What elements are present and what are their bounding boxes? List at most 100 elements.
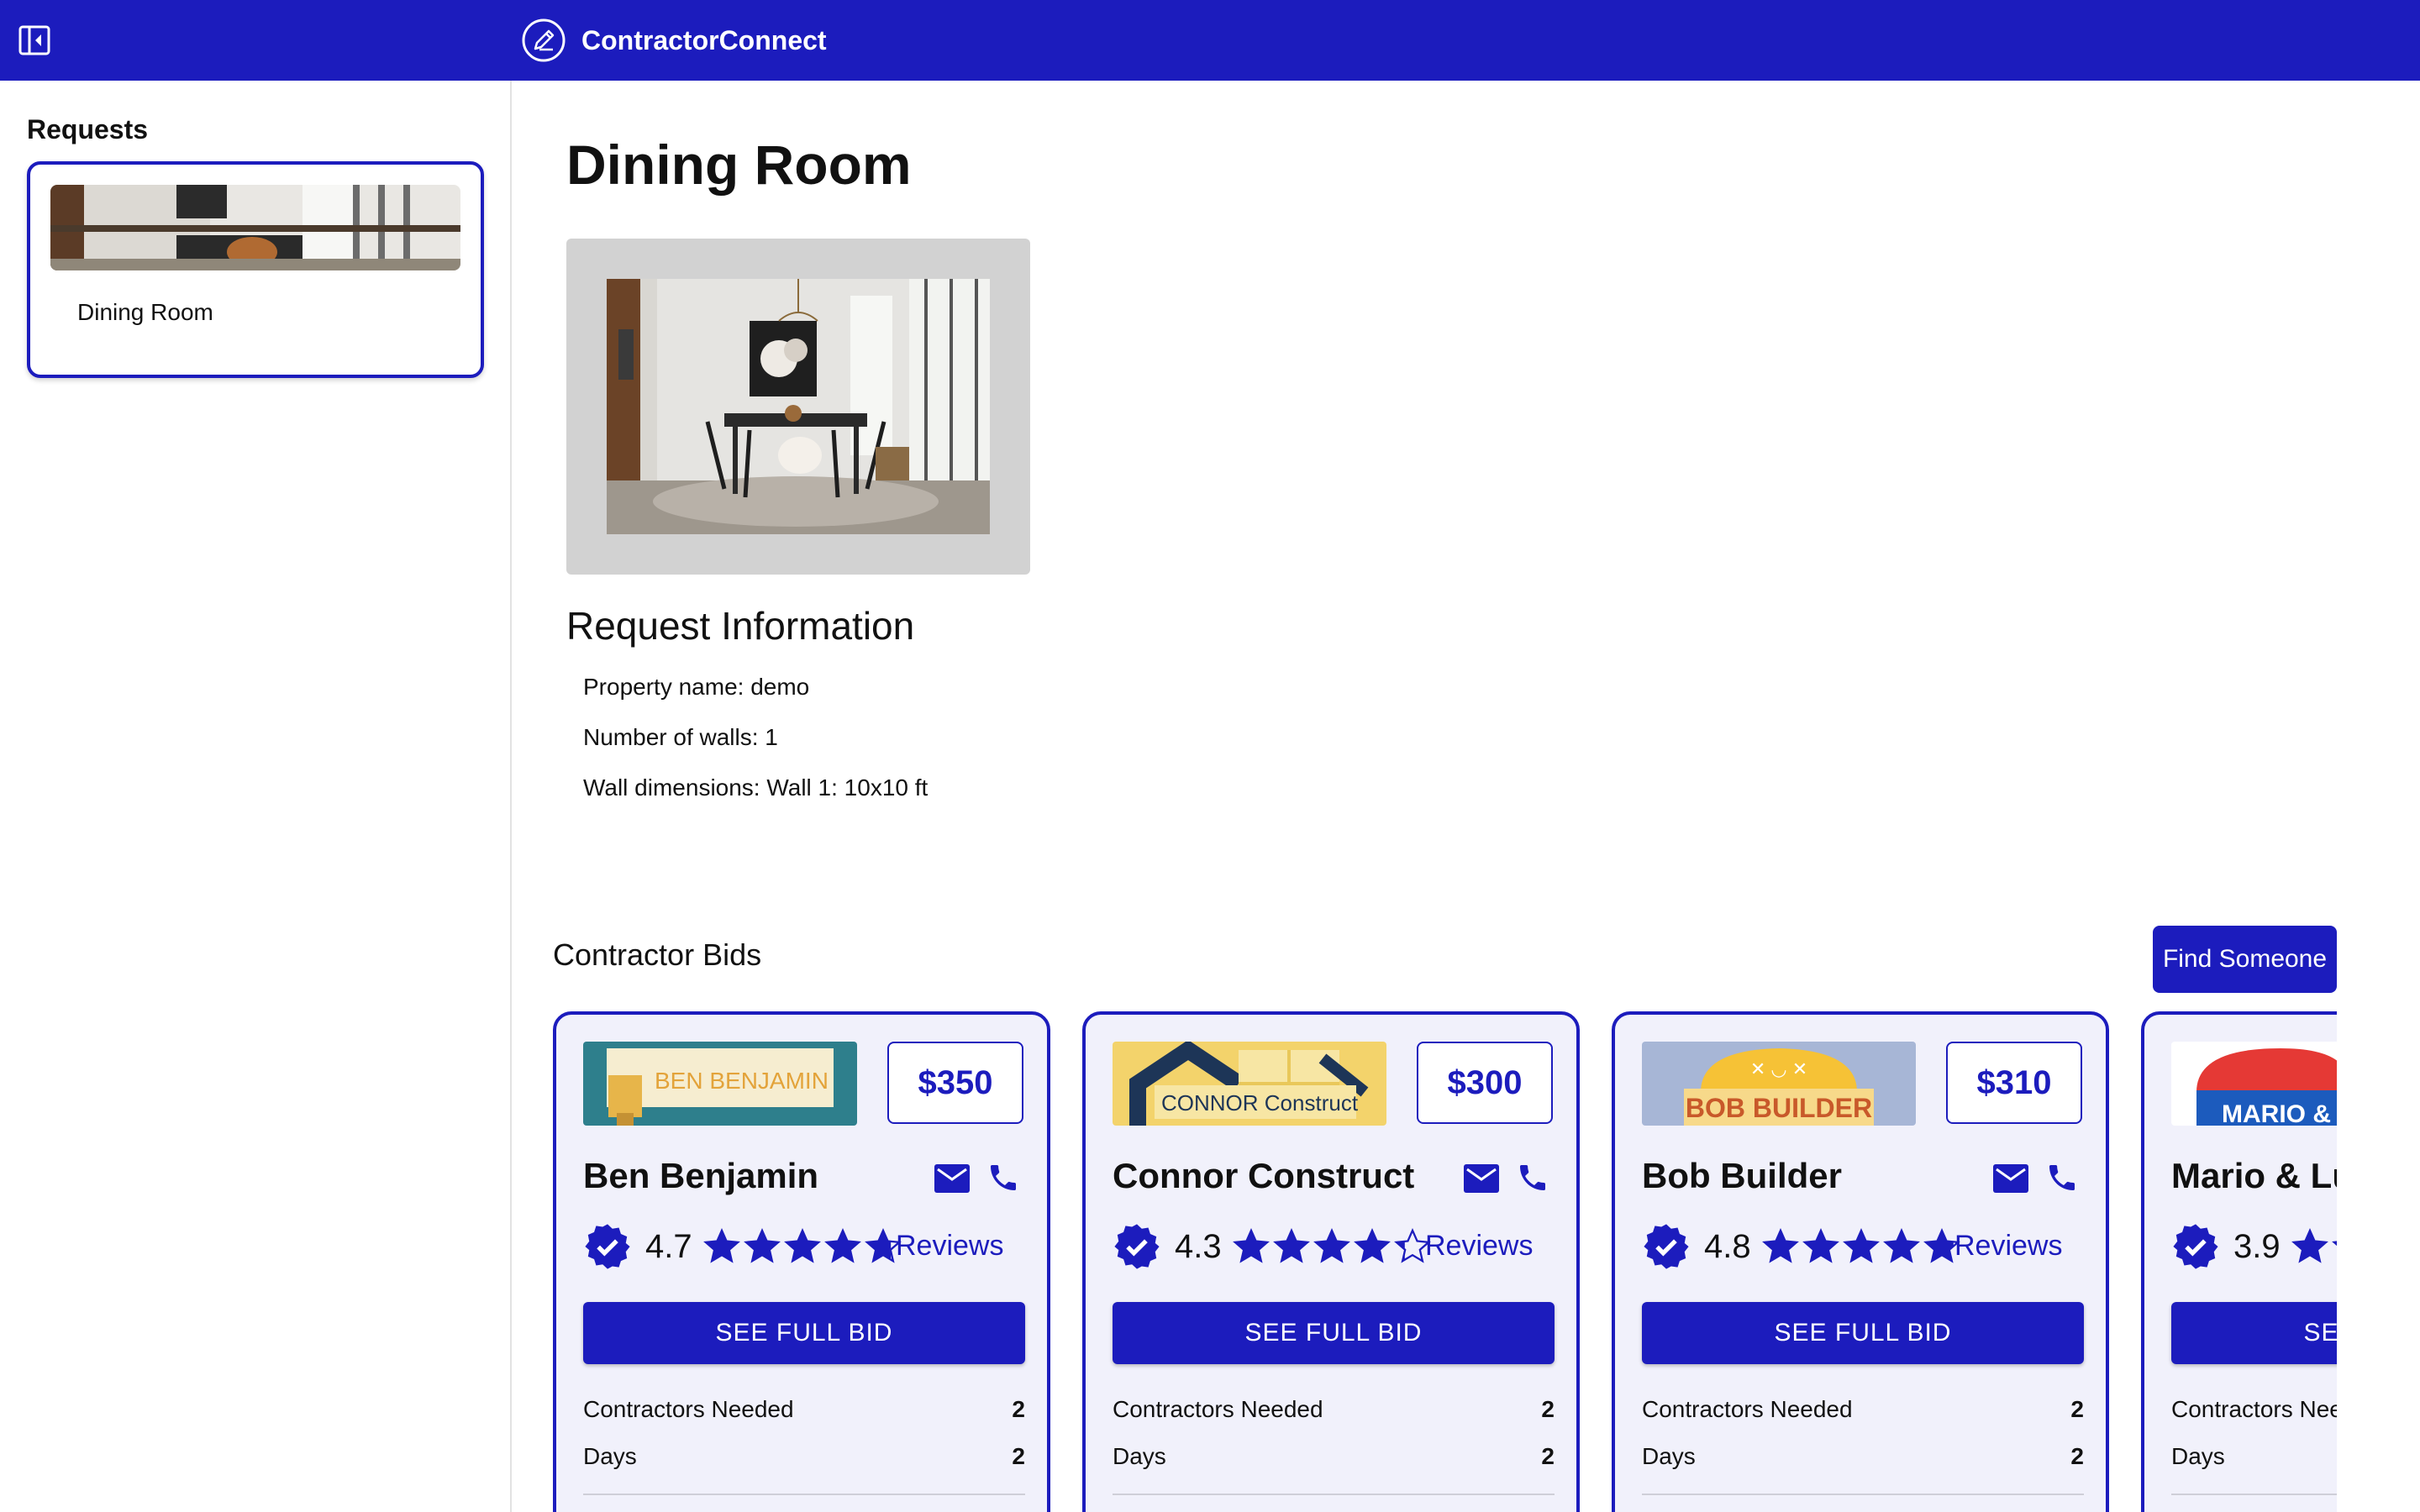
divider (583, 1494, 1025, 1495)
contractors-needed-row: Contractors Needed 2 (1642, 1396, 2084, 1423)
star-icon (702, 1227, 740, 1263)
days-label: Days (1113, 1443, 1166, 1469)
contractors-needed-label: Contractors Needed (583, 1396, 794, 1422)
sidebar-title: Requests (27, 114, 149, 144)
star-icon (1272, 1227, 1310, 1263)
sidebar-toggle-icon[interactable] (18, 25, 50, 55)
bid-card: ✕ ◡ ✕ BOB BUILDER $310 Bob Builder 4.8 R… (1612, 1011, 2109, 1512)
days-label: Days (2171, 1443, 2225, 1469)
rating-row: 3.9 (2171, 1220, 2337, 1273)
contractors-needed-value: 2 (1012, 1396, 1025, 1422)
main-content: Dining Room Request Information Property… (513, 81, 2420, 1512)
star-icon (1353, 1227, 1391, 1263)
mail-icon[interactable] (1993, 1164, 2028, 1193)
logo-text: MARIO & L (2222, 1100, 2337, 1126)
contractor-name: Bob Builder (1642, 1156, 1842, 1195)
days-value: 2 (1541, 1443, 1555, 1469)
star-icon (743, 1227, 781, 1263)
request-label: Dining Room (77, 299, 213, 325)
star-icon (1802, 1227, 1839, 1263)
reviews-link[interactable]: Reviews (1425, 1230, 1533, 1263)
logo-text: BOB BUILDER (1686, 1093, 1872, 1123)
logo-text: CONNOR Construct (1161, 1090, 1359, 1116)
star-icon (2291, 1227, 2328, 1263)
phone-icon[interactable] (1516, 1161, 1549, 1194)
contractors-needed-label: Contractors Needed (1113, 1396, 1323, 1422)
rating-value: 4.7 (645, 1227, 692, 1265)
reviews-link[interactable]: Reviews (896, 1230, 1003, 1263)
info-property-name: Property name: demo (583, 674, 810, 700)
days-row: Days 2 (1642, 1443, 2084, 1470)
verified-badge-icon (2173, 1224, 2218, 1269)
sidebar: Requests Dining Room (0, 81, 512, 1512)
star-icon (1761, 1227, 1799, 1263)
contractor-logo: ✕ ◡ ✕ BOB BUILDER (1642, 1042, 1916, 1126)
star-rating (702, 1227, 902, 1266)
days-value: 2 (1012, 1443, 1025, 1469)
days-row: Days 2 (1113, 1443, 1555, 1470)
mail-icon[interactable] (1464, 1164, 1499, 1193)
contractor-bids-heading: Contractor Bids (553, 937, 762, 972)
contractor-logo: MARIO & L (2171, 1042, 2337, 1126)
star-icon (823, 1227, 861, 1263)
days-label: Days (583, 1443, 637, 1469)
top-bar: ContractorConnect (0, 0, 2420, 81)
contractors-needed-label: Contractors Needed (2171, 1396, 2337, 1422)
star-rating (2291, 1227, 2337, 1266)
phone-icon[interactable] (2045, 1161, 2079, 1194)
days-value: 2 (2070, 1443, 2084, 1469)
app-title: ContractorConnect (581, 24, 827, 55)
request-card-dining-room[interactable]: Dining Room (27, 161, 484, 378)
verified-badge-icon (585, 1224, 630, 1269)
contractors-needed-row: Contractors Needed 2 (1113, 1396, 1555, 1423)
contractors-needed-label: Contractors Needed (1642, 1396, 1853, 1422)
find-someone-button[interactable]: Find Someone (2153, 926, 2337, 993)
rating-row: 4.8 (1642, 1220, 1961, 1273)
svg-text:✕ ◡ ✕: ✕ ◡ ✕ (1750, 1058, 1807, 1079)
rating-value: 4.8 (1704, 1227, 1751, 1265)
star-icon (2331, 1241, 2337, 1247)
contractor-name: Ben Benjamin (583, 1156, 819, 1195)
info-number-of-walls: Number of walls: 1 (583, 724, 778, 750)
request-info-heading: Request Information (566, 604, 915, 648)
star-icon (1232, 1227, 1270, 1263)
star-icon (1313, 1227, 1350, 1263)
info-wall-dimensions: Wall dimensions: Wall 1: 10x10 ft (583, 774, 929, 801)
bid-price: $300 (1417, 1042, 1553, 1124)
star-rating (1232, 1227, 1432, 1266)
days-row: Days 2 (583, 1443, 1025, 1470)
phone-icon[interactable] (986, 1161, 1020, 1194)
contractor-logo: CONNOR Construct (1113, 1042, 1386, 1126)
star-rating (1761, 1227, 1961, 1266)
rating-row: 4.7 (583, 1220, 902, 1273)
days-row: Days 2 (2171, 1443, 2337, 1470)
rating-value: 4.3 (1175, 1227, 1222, 1265)
reviews-link[interactable]: Reviews (1954, 1230, 2062, 1263)
brand: ContractorConnect (521, 17, 827, 64)
bid-card: BEN BENJAMIN $350 Ben Benjamin 4.7 Revie (553, 1011, 1050, 1512)
mail-icon[interactable] (934, 1164, 970, 1193)
contractors-needed-row: Contractors Needed 2 (2171, 1396, 2337, 1423)
contractor-name: Connor Construct (1113, 1156, 1415, 1195)
see-full-bid-button[interactable]: SEE FULL BID (1642, 1302, 2084, 1364)
rating-value: 3.9 (2233, 1227, 2281, 1265)
logo-text: BEN BENJAMIN (655, 1068, 829, 1094)
star-icon (1842, 1227, 1880, 1263)
star-icon (1882, 1227, 1920, 1263)
bid-price: $310 (1946, 1042, 2082, 1124)
request-photo (607, 279, 990, 534)
star-icon (783, 1227, 821, 1263)
see-full-bid-button[interactable]: SEE FULL BID (1113, 1302, 1555, 1364)
days-label: Days (1642, 1443, 1696, 1469)
page-title: Dining Room (566, 134, 912, 196)
bid-card: CONNOR Construct $300 Connor Construct 4… (1082, 1011, 1580, 1512)
rating-row: 4.3 (1113, 1220, 1432, 1273)
request-photo-frame (566, 239, 1030, 575)
verified-badge-icon (1114, 1224, 1160, 1269)
contractor-name: Mario & Luigi (2171, 1156, 2337, 1195)
contractors-needed-row: Contractors Needed 2 (583, 1396, 1025, 1423)
see-full-bid-button[interactable]: SEE FULL BID (583, 1302, 1025, 1364)
pencil-circle-icon (522, 18, 566, 62)
see-full-bid-button[interactable]: SEE FULL BID (2171, 1302, 2337, 1364)
contractors-needed-value: 2 (1541, 1396, 1555, 1422)
